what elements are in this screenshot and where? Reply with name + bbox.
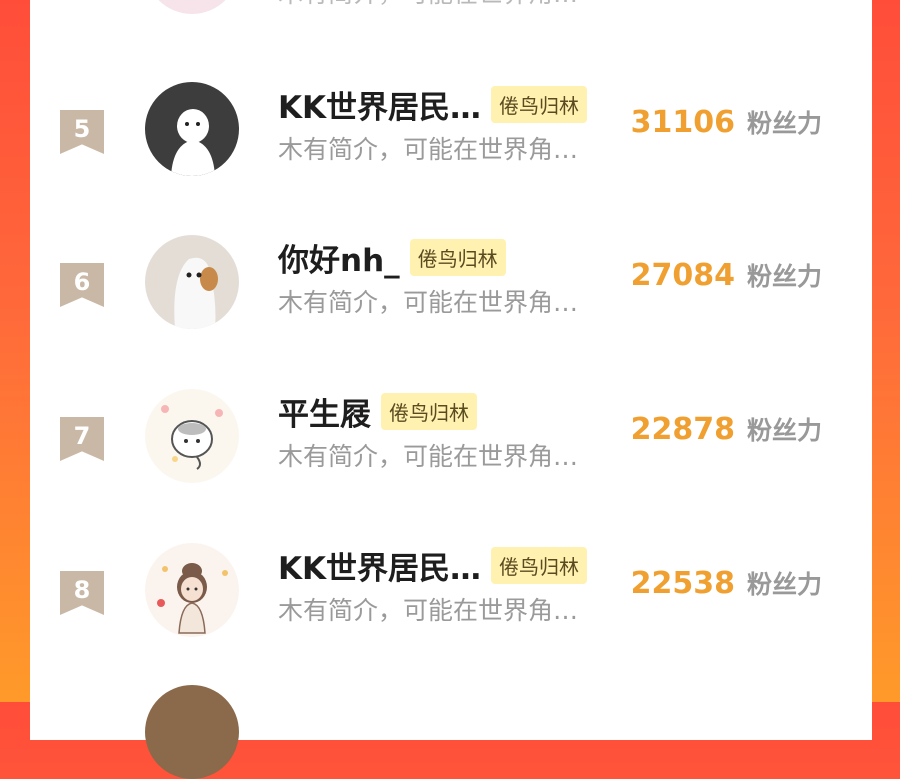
fan-score-unit: 粉丝力 (746, 570, 822, 599)
username[interactable]: KK世界居民… (278, 82, 481, 127)
fan-score-unit: 粉丝力 (746, 109, 822, 138)
list-item[interactable]: 6 你好nh_ 倦鸟归林 木有简介，可能在世界角… 27084 粉丝力 (30, 223, 872, 373)
sheet-dog-avatar-icon[interactable] (145, 235, 239, 329)
level-badge: 倦鸟归林 (381, 392, 477, 430)
avatar[interactable] (145, 0, 239, 14)
fan-score: 31106 粉丝力 (631, 104, 822, 140)
rank-badge: 7 (60, 417, 104, 461)
rank-badge: 8 (60, 571, 104, 615)
fan-score-value: 27084 (630, 258, 735, 293)
rank-badge: 6 (60, 263, 104, 307)
user-intro: 木有简介，可能在世界角… (278, 135, 579, 164)
fan-score-value: 22538 (630, 566, 735, 601)
ghost-avatar-icon[interactable] (145, 82, 239, 176)
username[interactable]: KK世界居民… (278, 543, 481, 588)
username[interactable]: 你好nh_ (278, 235, 400, 280)
rank-badge: 5 (60, 110, 104, 154)
avatar[interactable] (145, 685, 239, 779)
fan-score: 22538 粉丝力 (631, 565, 822, 601)
level-badge: 倦鸟归林 (491, 85, 588, 123)
fan-score: 27084 粉丝力 (631, 257, 822, 293)
fan-score-value: 31106 (630, 105, 735, 140)
fan-score-unit: 粉丝力 (746, 416, 822, 445)
level-badge: 倦鸟归林 (491, 546, 588, 584)
user-intro: 木有简介，可能在世界角… (278, 596, 579, 625)
girl-avatar-icon[interactable] (145, 543, 239, 637)
list-item[interactable]: 7 平生屐 倦鸟归林 木有简介，可能在世界角… 22878 粉丝力 (30, 377, 872, 527)
username[interactable]: 平生屐 (278, 389, 371, 434)
list-item-intro: 木有简介，可能在世界角… (278, 0, 578, 10)
leaderboard-card: 木有简介，可能在世界角… 5 KK世界居民… 倦鸟归林 木有简介，可能在世界角…… (30, 0, 872, 779)
fan-score: 22878 粉丝力 (631, 411, 822, 447)
hamster-avatar-icon[interactable] (145, 389, 239, 483)
level-badge: 倦鸟归林 (409, 238, 506, 276)
partial-row-top: 木有简介，可能在世界角… (30, 0, 872, 14)
list-item[interactable]: 5 KK世界居民… 倦鸟归林 木有简介，可能在世界角… 31106 粉丝力 (30, 70, 872, 220)
fan-score-value: 22878 (630, 412, 735, 447)
user-intro: 木有简介，可能在世界角… (278, 288, 579, 317)
user-intro: 木有简介，可能在世界角… (278, 442, 579, 471)
list-item[interactable]: 8 KK世界居民… 倦鸟归林 木有简介，可能在世界角… 22538 粉丝力 (30, 531, 872, 681)
fan-score-unit: 粉丝力 (746, 262, 822, 291)
partial-row-bottom (30, 685, 872, 779)
